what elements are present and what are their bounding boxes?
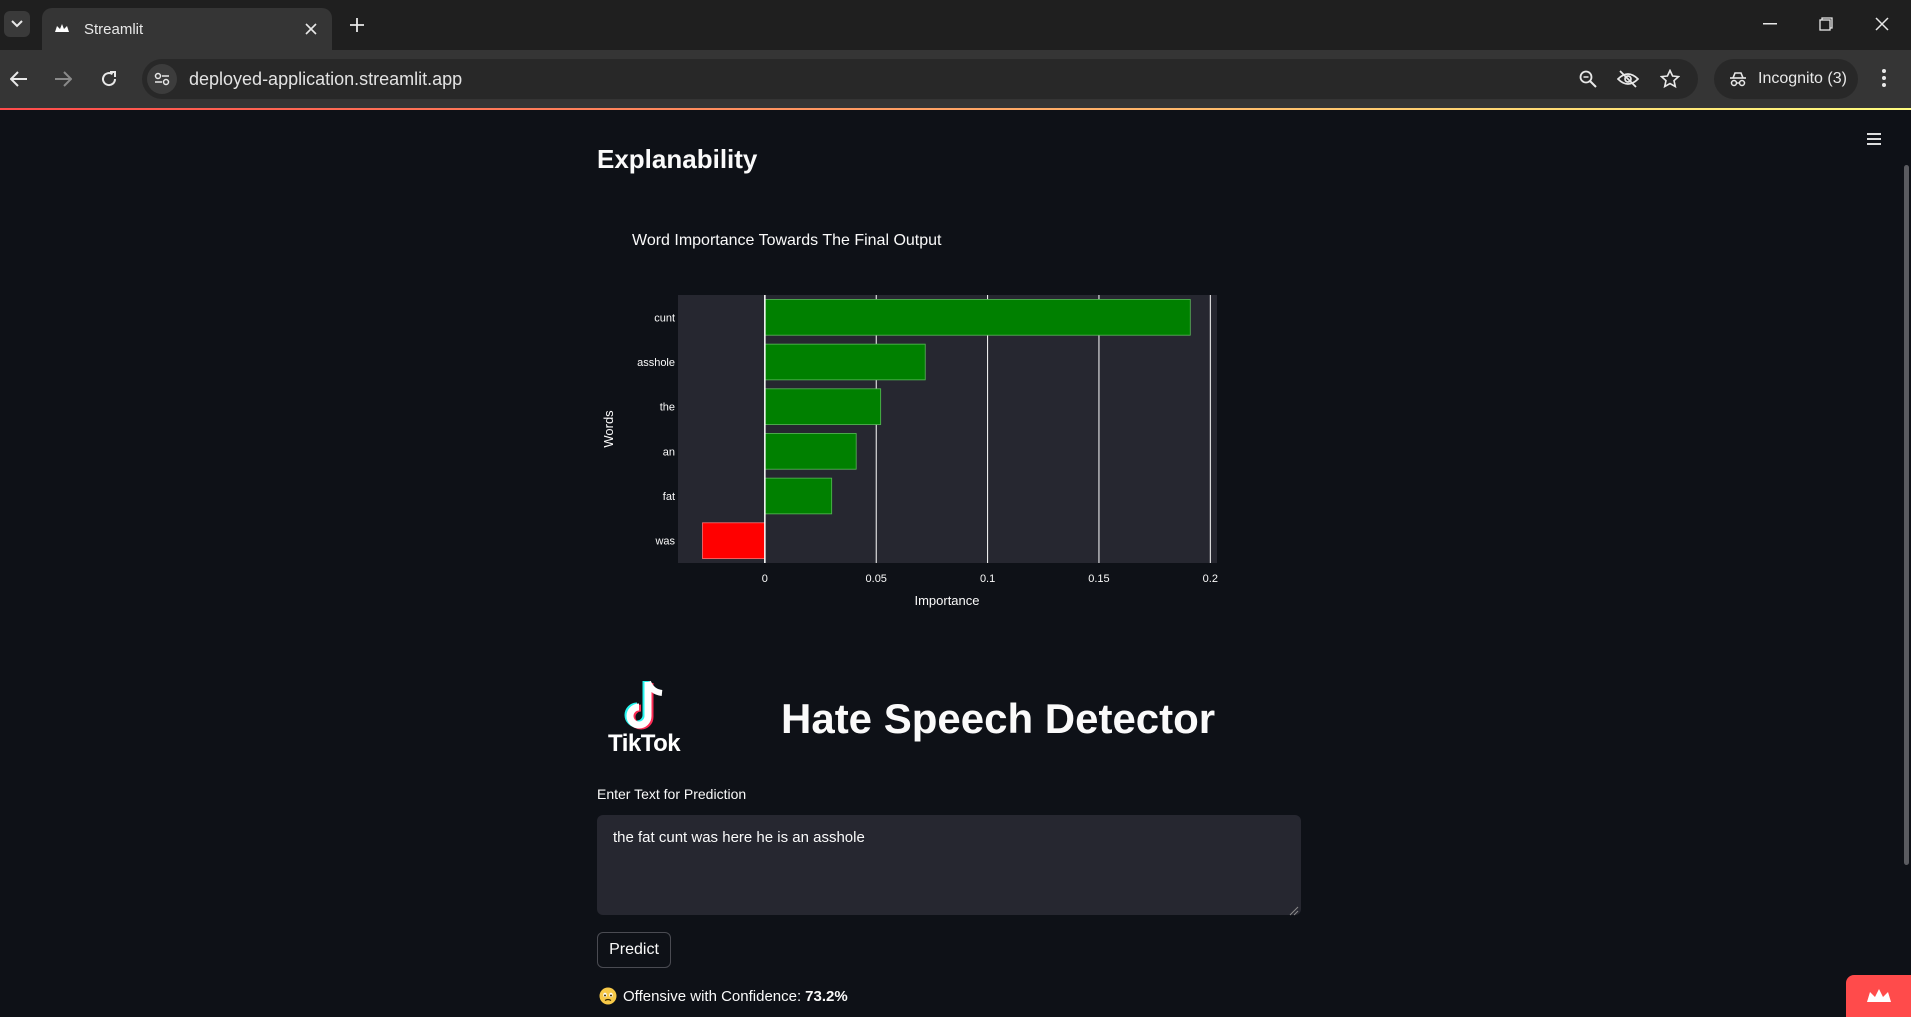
tab-close-icon[interactable] — [302, 20, 320, 38]
page-scrollbar[interactable] — [1904, 165, 1909, 865]
input-label: Enter Text for Prediction — [597, 786, 747, 802]
new-tab-button[interactable] — [346, 14, 368, 36]
bar-the — [764, 388, 882, 425]
chevron-down-icon — [11, 20, 23, 28]
zoom-icon[interactable] — [1576, 67, 1600, 91]
bar-an — [764, 433, 857, 470]
prediction-result: Offensive with Confidence: 73.2% — [599, 987, 848, 1005]
site-info-button[interactable] — [147, 64, 177, 94]
minimize-icon — [1763, 23, 1777, 25]
incognito-label: Incognito (3) — [1758, 70, 1847, 87]
streamlit-favicon-icon — [55, 24, 69, 32]
plot-area — [678, 295, 1217, 563]
reload-icon — [102, 71, 117, 87]
bar-was — [702, 522, 766, 559]
browser-titlebar: Streamlit — [0, 0, 1911, 50]
url-text: deployed-application.streamlit.app — [189, 68, 463, 89]
browser-toolbar: deployed-application.streamlit.app Incog… — [0, 50, 1911, 108]
streamlit-crown-icon — [1866, 989, 1891, 1002]
minimize-button[interactable] — [1758, 12, 1782, 36]
app-menu-button[interactable] — [1866, 132, 1886, 152]
chart-title: Word Importance Towards The Final Output — [632, 232, 942, 249]
app-title: Hate Speech Detector — [781, 695, 1216, 742]
streamlit-badge[interactable] — [1846, 975, 1911, 1017]
browser-tab[interactable]: Streamlit — [42, 8, 332, 50]
back-button[interactable] — [6, 66, 32, 92]
streamlit-app: Explanability 0 0.05 0.1 0.15 0.2 cunt asshole… — [0, 110, 1911, 1017]
more-vert-icon — [1882, 69, 1886, 87]
y-tick-label: was — [654, 536, 675, 548]
resize-grip-icon[interactable] — [1289, 903, 1299, 916]
x-tick-label: 0.2 — [1203, 573, 1218, 585]
forward-button[interactable] — [50, 66, 76, 92]
close-icon — [1875, 17, 1889, 31]
tab-search-button[interactable] — [4, 11, 30, 37]
x-tick-label: 0.1 — [980, 573, 995, 585]
arrow-right-icon — [55, 71, 72, 87]
y-tick-label: fat — [663, 491, 675, 503]
browser-menu-button[interactable] — [1872, 66, 1896, 90]
bookmark-star-icon[interactable] — [1658, 67, 1682, 91]
x-tick-label: 0 — [762, 573, 768, 585]
x-tick-label: 0.15 — [1088, 573, 1109, 585]
incognito-indicator[interactable]: Incognito (3) — [1714, 59, 1858, 99]
restore-button[interactable] — [1814, 12, 1838, 36]
y-tick-label: an — [663, 446, 675, 458]
x-axis-label: Importance — [914, 593, 979, 608]
result-text: Offensive with Confidence: — [623, 987, 802, 1005]
logo-text: TikTok — [608, 730, 681, 757]
hamburger-icon — [1867, 133, 1881, 145]
y-tick-label: the — [660, 402, 675, 414]
result-confidence: 73.2% — [805, 987, 848, 1005]
y-axis-label: Words — [601, 410, 616, 448]
bar-asshole — [764, 343, 926, 381]
y-tick-label: asshole — [637, 357, 675, 369]
arrow-left-icon — [10, 71, 27, 87]
eye-off-icon[interactable] — [1616, 67, 1640, 91]
address-bar[interactable]: deployed-application.streamlit.app — [142, 59, 1698, 99]
x-tick-label: 0.05 — [866, 573, 887, 585]
plus-icon — [350, 18, 364, 32]
section-title: Explanability — [597, 144, 758, 174]
worried-face-icon — [599, 987, 617, 1005]
text-input[interactable] — [597, 815, 1301, 915]
close-window-button[interactable] — [1870, 12, 1894, 36]
tune-icon — [154, 72, 170, 86]
reload-button[interactable] — [96, 66, 122, 92]
restore-icon — [1819, 17, 1833, 31]
bar-fat — [764, 477, 833, 515]
bar-cunt — [764, 299, 1191, 336]
predict-button[interactable]: Predict — [597, 932, 671, 968]
y-tick-label: cunt — [654, 312, 675, 324]
tab-title: Streamlit — [84, 20, 144, 38]
incognito-icon — [1730, 72, 1746, 87]
